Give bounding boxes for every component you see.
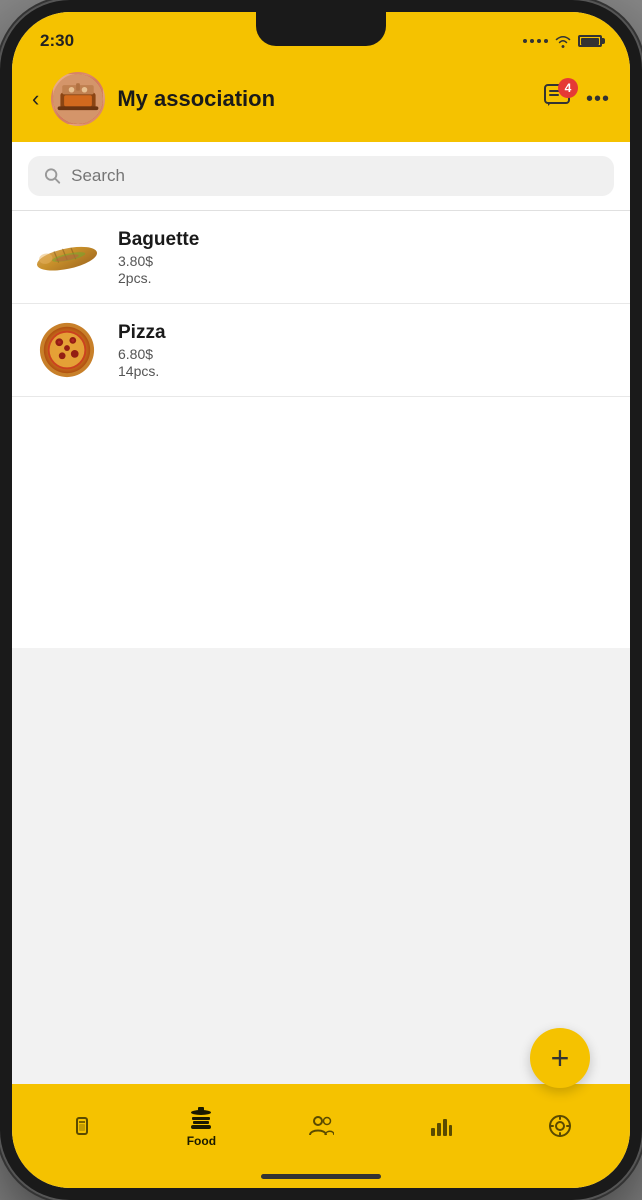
nav-label-food: Food — [187, 1134, 216, 1148]
notification-button[interactable]: 4 — [544, 84, 572, 115]
avatar — [51, 72, 105, 126]
add-icon: + — [551, 1040, 570, 1077]
nav-item-stats[interactable] — [381, 1114, 501, 1138]
item-image-baguette — [32, 227, 102, 287]
baguette-icon — [33, 237, 101, 277]
item-price: 3.80$ — [118, 253, 610, 269]
notch — [256, 12, 386, 46]
status-icons — [523, 34, 602, 48]
header-actions: 4 ••• — [544, 84, 610, 115]
more-button[interactable]: ••• — [586, 88, 610, 111]
page-title: My association — [117, 86, 532, 112]
item-price: 6.80$ — [118, 346, 610, 362]
screen: 2:30 — [12, 12, 630, 1188]
search-container — [12, 142, 630, 211]
search-input[interactable] — [71, 166, 598, 186]
food-icon — [188, 1105, 214, 1131]
item-info-pizza: Pizza 6.80$ 14pcs. — [118, 322, 610, 379]
search-icon — [44, 167, 61, 185]
notification-badge: 4 — [558, 78, 578, 98]
nav-item-food[interactable]: Food — [142, 1105, 262, 1148]
phone-frame: 2:30 — [0, 0, 642, 1200]
item-image-pizza — [32, 320, 102, 380]
avatar-image — [53, 72, 103, 126]
empty-area — [12, 648, 630, 1085]
pizza-icon — [38, 321, 96, 379]
list-item[interactable]: Pizza 6.80$ 14pcs. — [12, 304, 630, 397]
add-button[interactable]: + — [530, 1028, 590, 1088]
nav-item-people[interactable] — [261, 1114, 381, 1138]
wifi-icon — [554, 34, 572, 48]
home-indicator — [12, 1164, 630, 1188]
search-box — [28, 156, 614, 196]
back-button[interactable]: ‹ — [32, 86, 39, 112]
item-qty: 14pcs. — [118, 363, 610, 379]
nav-item-settings[interactable] — [500, 1114, 620, 1138]
status-time: 2:30 — [40, 31, 74, 51]
home-bar — [261, 1174, 381, 1179]
battery-icon — [578, 35, 602, 47]
item-qty: 2pcs. — [118, 270, 610, 286]
item-info-baguette: Baguette 3.80$ 2pcs. — [118, 229, 610, 286]
list-item[interactable]: Baguette 3.80$ 2pcs. — [12, 211, 630, 304]
signal-icon — [523, 39, 548, 43]
item-name: Baguette — [118, 229, 610, 251]
header: ‹ My association — [12, 62, 630, 142]
settings-icon — [548, 1114, 572, 1138]
nav-item-drink[interactable] — [22, 1114, 142, 1138]
bottom-navigation: Food — [12, 1084, 630, 1164]
stats-icon — [429, 1114, 453, 1138]
item-name: Pizza — [118, 322, 610, 344]
items-list: Baguette 3.80$ 2pcs. — [12, 211, 630, 648]
drink-icon — [70, 1114, 94, 1138]
people-icon — [308, 1114, 334, 1138]
